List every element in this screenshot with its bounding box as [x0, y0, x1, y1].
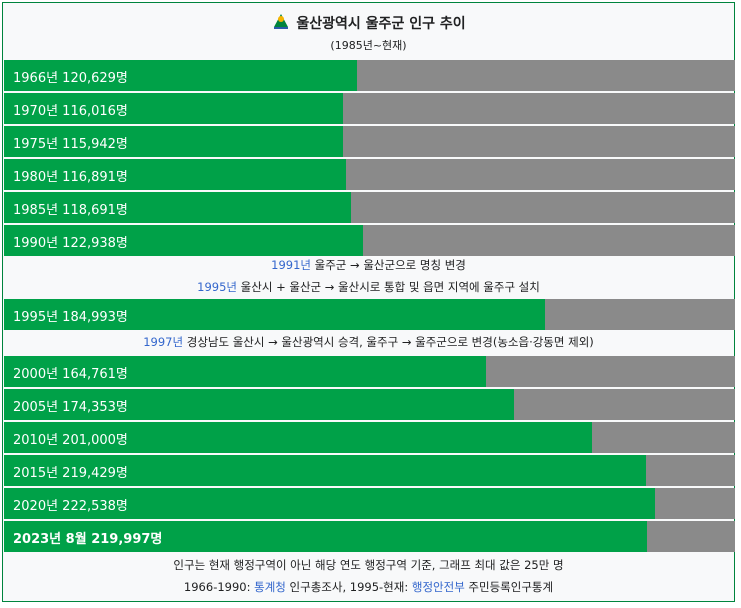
bar-row: 1985년 118,691명 [4, 192, 735, 223]
note-1991: 1991년 울주군 → 울산군으로 명칭 변경 [3, 257, 734, 273]
footer-line-1: 인구는 현재 행정구역이 아닌 해당 연도 행정구역 기준, 그래프 최대 값은… [173, 558, 564, 572]
footer-prefix: 1966-1990: [183, 580, 255, 594]
note-1991-text: 울주군 → 울산군으로 명칭 변경 [310, 258, 466, 272]
bar-label: 2015년 219,429명 [13, 466, 128, 481]
bar-row: 2000년 164,761명 [4, 356, 735, 387]
bar-row: 1980년 116,891명 [4, 159, 735, 190]
note-1997: 1997년 경상남도 울산시 → 울산광역시 승격, 울주구 → 울주군으로 변… [3, 334, 734, 350]
link-1997[interactable]: 1997년 [143, 335, 183, 349]
link-statistics-korea[interactable]: 통계청 [254, 580, 286, 594]
link-1991[interactable]: 1991년 [271, 258, 311, 272]
chart-title: 울산광역시 울주군 인구 추이 [296, 16, 466, 32]
note-1997-text: 경상남도 울산시 → 울산광역시 승격, 울주구 → 울주군으로 변경(농소읍·… [183, 335, 594, 349]
chart-header: 울산광역시 울주군 인구 추이 (1985년~현재) [3, 3, 734, 61]
bar-row: 1990년 122,938명 [4, 225, 735, 256]
bar-row: 2010년 201,000명 [4, 422, 735, 453]
bar-label: 2010년 201,000명 [13, 433, 128, 448]
bar-row: 1970년 116,016명 [4, 93, 735, 124]
footer-line-2: 1966-1990: 통계청 인구총조사, 1995-현재: 행정안전부 주민등… [3, 579, 734, 595]
bar-row: 1966년 120,629명 [4, 60, 735, 91]
chart-subtitle: (1985년~현재) [330, 39, 407, 52]
footer-mid: 인구총조사, 1995-현재: [285, 580, 412, 594]
chart-title-row: 울산광역시 울주군 인구 추이 [3, 12, 734, 33]
bar-row: 1995년 184,993명 [4, 299, 735, 330]
bar-label: 1975년 115,942명 [13, 137, 128, 152]
bar-label: 1966년 120,629명 [13, 71, 128, 86]
bar-label: 2005년 174,353명 [13, 400, 128, 415]
bar-row: 2015년 219,429명 [4, 455, 735, 486]
bar-label: 1990년 122,938명 [13, 236, 128, 251]
bar-label: 1995년 184,993명 [13, 310, 128, 325]
bar-label: 2023년 8월 219,997명 [13, 532, 163, 547]
ulsan-emblem-icon [274, 14, 289, 29]
bar-row: 2020년 222,538명 [4, 488, 735, 519]
footer-suffix: 주민등록인구통계 [464, 580, 554, 594]
note-1995-text: 울산시 + 울산군 → 울산시로 통합 및 읍면 지역에 울주구 설치 [237, 280, 540, 294]
bar-label: 2000년 164,761명 [13, 367, 128, 382]
link-ministry-interior[interactable]: 행정안전부 [412, 580, 465, 594]
bar-label: 2020년 222,538명 [13, 499, 128, 514]
note-1995: 1995년 울산시 + 울산군 → 울산시로 통합 및 읍면 지역에 울주구 설… [3, 279, 734, 295]
bar-row: 2023년 8월 219,997명 [4, 521, 735, 552]
link-1995[interactable]: 1995년 [197, 280, 237, 294]
population-chart-box: 울산광역시 울주군 인구 추이 (1985년~현재) 1966년 120,629… [2, 2, 735, 602]
bar-label: 1980년 116,891명 [13, 170, 128, 185]
bar-row: 2005년 174,353명 [4, 389, 735, 420]
bar-row: 1975년 115,942명 [4, 126, 735, 157]
bar-label: 1970년 116,016명 [13, 104, 128, 119]
bar-label: 1985년 118,691명 [13, 203, 128, 218]
